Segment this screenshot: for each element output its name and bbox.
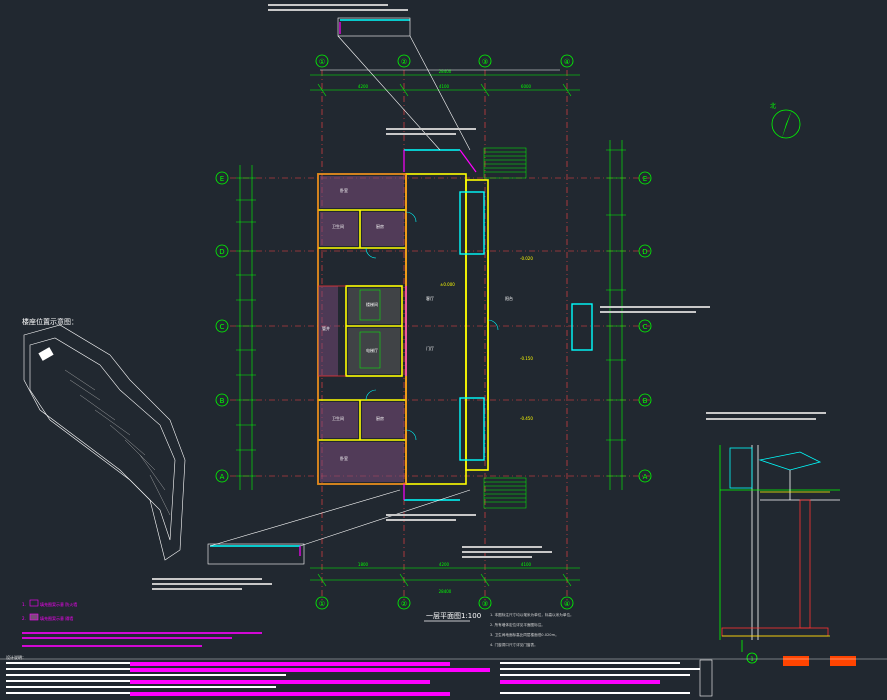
plan-note-2: 2. 所有墙体定位详见平面图标注。 — [490, 622, 545, 627]
room-label-living: 客厅 — [426, 295, 434, 301]
site-plan-title: 楼座位置示意图： — [22, 317, 78, 326]
axis-label-3-top: ③ — [482, 58, 488, 66]
section-detail — [719, 445, 840, 652]
plan-title: 一层平面图1:100 — [426, 612, 481, 620]
cad-drawing-canvas: ① ② ③ ④ ① ② ③ ④ E D C B A E D C B A 2840… — [0, 4, 887, 697]
dimension-lines — [239, 74, 623, 587]
axis-label-2-bottom: ② — [401, 600, 407, 608]
dimension-ticks-left — [236, 149, 626, 477]
elevation-marks: ±0.000 -0.020 -0.150 -0.450 — [440, 256, 533, 421]
axis-label-E-right: E — [643, 175, 647, 183]
axis-bubbles-top — [215, 54, 652, 610]
axis-label-B-right: B — [643, 397, 648, 405]
axis-label-2-top: ② — [401, 58, 407, 66]
legend-item-2-num: 2. — [22, 616, 26, 621]
room-label-bathroom-top: 卫生间 — [332, 223, 344, 229]
legend-item-1-text: 填充图案示意 防火墙 — [40, 601, 77, 607]
dim-top-seg-2: 4100 — [439, 84, 450, 89]
site-plan — [23, 324, 186, 561]
legend: 1. 填充图案示意 防火墙 2. 填充图案示意 隔墙 — [22, 599, 262, 647]
axis-label-1-bottom: ① — [319, 600, 325, 608]
north-label: 北 — [770, 102, 776, 110]
axis-label-A-right: A — [643, 473, 648, 481]
axis-label-C-left: C — [220, 323, 225, 331]
axis-label-D-right: D — [642, 248, 647, 256]
room-label-bedroom-bottom: 卧室 — [340, 455, 348, 461]
dim-bottom-total: 28400 — [439, 589, 452, 594]
room-label-shaft: 管井 — [322, 325, 330, 331]
axis-label-4-top: ④ — [564, 58, 570, 66]
legend-item-2-text: 填充图案示意 隔墙 — [40, 615, 73, 621]
room-label-balcony: 阳台 — [505, 295, 513, 301]
room-label-lobby: 门厅 — [426, 345, 434, 351]
dim-bottom-seg-1: 1800 — [358, 562, 369, 567]
section-number: 1 — [750, 656, 754, 663]
room-label-bedroom-top: 卧室 — [340, 187, 348, 193]
axis-label-C-right: C — [643, 323, 648, 331]
room-label-kitchen-bottom: 厨房 — [376, 415, 384, 421]
elev-mark-1: ±0.000 — [440, 282, 455, 287]
axis-bubble-labels: ① ② ③ ④ ① ② ③ ④ E D C B A E D C B A — [219, 58, 647, 608]
bottom-notes: 设计说明： — [0, 654, 887, 697]
plan-note-3: 3. 卫生间地面标高比同层楼面低0.020m。 — [490, 632, 559, 637]
axis-label-E-left: E — [220, 175, 224, 183]
plan-notes: 1. 本图标注尺寸均以毫米为单位，标高以米为单位。 2. 所有墙体定位详见平面图… — [490, 612, 574, 647]
dim-top-seg-1: 4200 — [358, 84, 369, 89]
room-label-bathroom-bottom: 卫生间 — [332, 415, 344, 421]
elev-mark-4: -0.450 — [520, 416, 533, 421]
axis-label-3-bottom: ③ — [482, 600, 488, 608]
axis-label-B-left: B — [220, 397, 225, 405]
room-label-kitchen-top: 厨房 — [376, 223, 384, 229]
elev-mark-2: -0.020 — [520, 256, 533, 261]
axis-label-D-left: D — [219, 248, 224, 256]
room-label-stair: 楼梯间 — [366, 301, 378, 307]
axis-label-1-top: ① — [319, 58, 325, 66]
section-detail-marks: 1 — [746, 652, 856, 666]
axis-label-A-left: A — [220, 473, 225, 481]
plan-note-4: 4. 门窗洞口尺寸详见门窗表。 — [490, 642, 538, 647]
elev-mark-3: -0.150 — [520, 356, 533, 361]
dim-top-seg-3: 6000 — [521, 84, 532, 89]
dim-bottom-seg-3: 4100 — [521, 562, 532, 567]
legend-item-1-num: 1. — [22, 602, 26, 607]
plan-note-1: 1. 本图标注尺寸均以毫米为单位，标高以米为单位。 — [490, 612, 574, 617]
room-label-elevator: 电梯厅 — [366, 347, 378, 353]
axis-label-4-bottom: ④ — [564, 600, 570, 608]
dim-bottom-seg-2: 4200 — [439, 562, 450, 567]
north-arrow: 北 — [770, 102, 801, 139]
room-hatches — [318, 176, 404, 482]
